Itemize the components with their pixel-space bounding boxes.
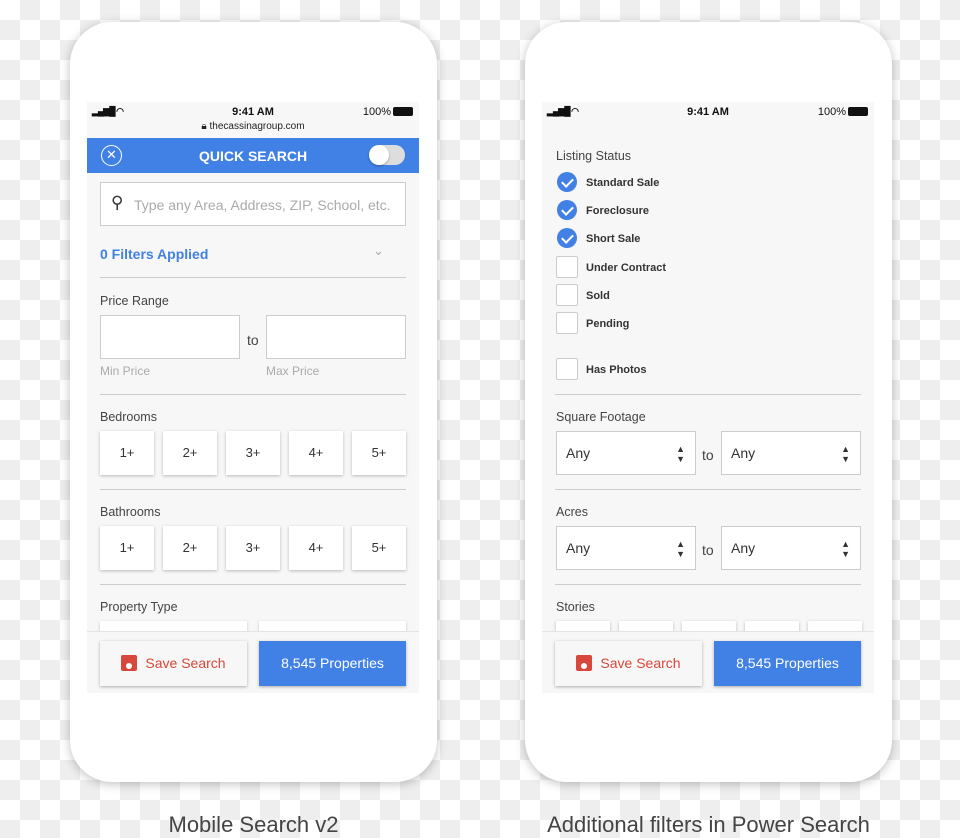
pending-checkbox[interactable] [556,312,578,334]
bathrooms-1-button[interactable]: 1+ [100,526,154,570]
divider [555,394,861,395]
caption-left: Mobile Search v2 [168,812,339,837]
checkbox-label: Pending [586,318,630,330]
battery-icon [393,107,413,116]
foreclosure-checkbox[interactable] [556,199,578,221]
lock-icon: 🔒︎ [201,121,210,132]
bedrooms-4-button[interactable]: 4+ [289,431,343,475]
save-icon [121,655,138,671]
min-acres-select[interactable]: Any ▲ ▼ [556,526,696,570]
to-label: to [247,332,259,348]
bedrooms-2-button[interactable]: 2+ [163,431,217,475]
short-sale-checkbox[interactable] [556,227,578,249]
to-label: to [702,447,714,463]
checkbox-label: Short Sale [586,233,641,245]
battery-percent: 100% [817,106,846,118]
caption-right: Additional filters in Power Search [547,812,870,837]
bedrooms-label: Bedrooms [100,410,157,424]
url-bar[interactable]: 🔒︎ thecassinagroup.com [87,121,419,132]
filters-applied-toggle[interactable]: 0 Filters Applied [100,246,208,262]
save-icon [576,655,593,671]
up-down-arrows-icon: ▲ ▼ [841,539,850,559]
url: thecassinagroup.com [209,121,305,132]
search-input[interactable]: ⚲ Type any Area, Address, ZIP, School, e… [100,182,406,226]
header: ✕ QUICK SEARCH [87,138,419,173]
stories-label: Stories [556,600,595,614]
checkbox-label: Under Contract [586,262,667,274]
battery: 100% [818,106,868,118]
standard-sale-checkbox[interactable] [556,171,578,193]
search-placeholder: Type any Area, Address, ZIP, School, etc… [134,197,391,213]
checkbox-label: Standard Sale [586,177,660,189]
footer: Save Search 8,545 Properties [87,631,419,693]
select-value: Any [731,445,756,461]
phone-power-search: ▂▄▆█ ◠ 9:41 AM 100% Listing Status Stand… [525,22,892,782]
square-footage-label: Square Footage [556,410,646,424]
bedrooms-1-button[interactable]: 1+ [100,431,154,475]
property-type-label: Property Type [100,600,178,614]
show-properties-button[interactable]: 8,545 Properties [714,641,861,686]
show-properties-button[interactable]: 8,545 Properties [259,641,406,686]
battery: 100% [363,106,413,118]
up-down-arrows-icon: ▲ ▼ [676,539,685,559]
divider [100,584,406,585]
divider [100,277,406,278]
status-bar: ▂▄▆█ ◠ 9:41 AM 100% [542,102,874,120]
sold-checkbox[interactable] [556,284,578,306]
bathrooms-2-button[interactable]: 2+ [163,526,217,570]
max-acres-select[interactable]: Any ▲ ▼ [721,526,861,570]
bedrooms-5-button[interactable]: 5+ [352,431,406,475]
battery-icon [848,107,868,116]
divider [555,584,861,585]
bedrooms-3-button[interactable]: 3+ [226,431,280,475]
battery-percent: 100% [362,106,391,118]
bathrooms-3-button[interactable]: 3+ [226,526,280,570]
checkbox-label: Foreclosure [586,205,649,217]
max-sqft-select[interactable]: Any ▲ ▼ [721,431,861,475]
max-price-hint: Max Price [266,364,320,378]
under-contract-checkbox[interactable] [556,256,578,278]
screen: ▂▄▆█ ◠ 9:41 AM 100% Listing Status Stand… [542,102,874,693]
min-price-input[interactable] [100,315,240,359]
select-value: Any [566,445,591,461]
bathrooms-label: Bathrooms [100,505,161,519]
min-sqft-select[interactable]: Any ▲ ▼ [556,431,696,475]
bathrooms-5-button[interactable]: 5+ [352,526,406,570]
acres-label: Acres [556,505,588,519]
status-bar: ▂▄▆█ ◠ 9:41 AM 100% [87,102,419,120]
select-value: Any [566,540,591,556]
screen: ▂▄▆█ ◠ 9:41 AM 100% 🔒︎ thecassinagroup.c… [87,102,419,693]
to-label: to [702,542,714,558]
save-search-label: Save Search [145,655,226,671]
has-photos-checkbox[interactable] [556,358,578,380]
min-price-hint: Min Price [100,364,151,378]
max-price-input[interactable] [266,315,406,359]
checkbox-label: Sold [586,290,610,302]
divider [100,394,406,395]
price-range-label: Price Range [100,294,169,308]
power-search-toggle[interactable] [369,145,405,165]
select-value: Any [731,540,756,556]
save-search-label: Save Search [600,655,681,671]
footer: Save Search 8,545 Properties [542,631,874,693]
up-down-arrows-icon: ▲ ▼ [676,444,685,464]
save-search-button[interactable]: Save Search [555,641,702,686]
chevron-down-icon[interactable]: ⌄ [373,243,384,259]
up-down-arrows-icon: ▲ ▼ [841,444,850,464]
divider [555,489,861,490]
search-icon: ⚲ [111,193,124,212]
phone-mobile-search: ▂▄▆█ ◠ 9:41 AM 100% 🔒︎ thecassinagroup.c… [70,22,437,782]
divider [100,489,406,490]
listing-status-label: Listing Status [556,149,632,163]
checkbox-label: Has Photos [586,364,647,376]
save-search-button[interactable]: Save Search [100,641,247,686]
bathrooms-4-button[interactable]: 4+ [289,526,343,570]
